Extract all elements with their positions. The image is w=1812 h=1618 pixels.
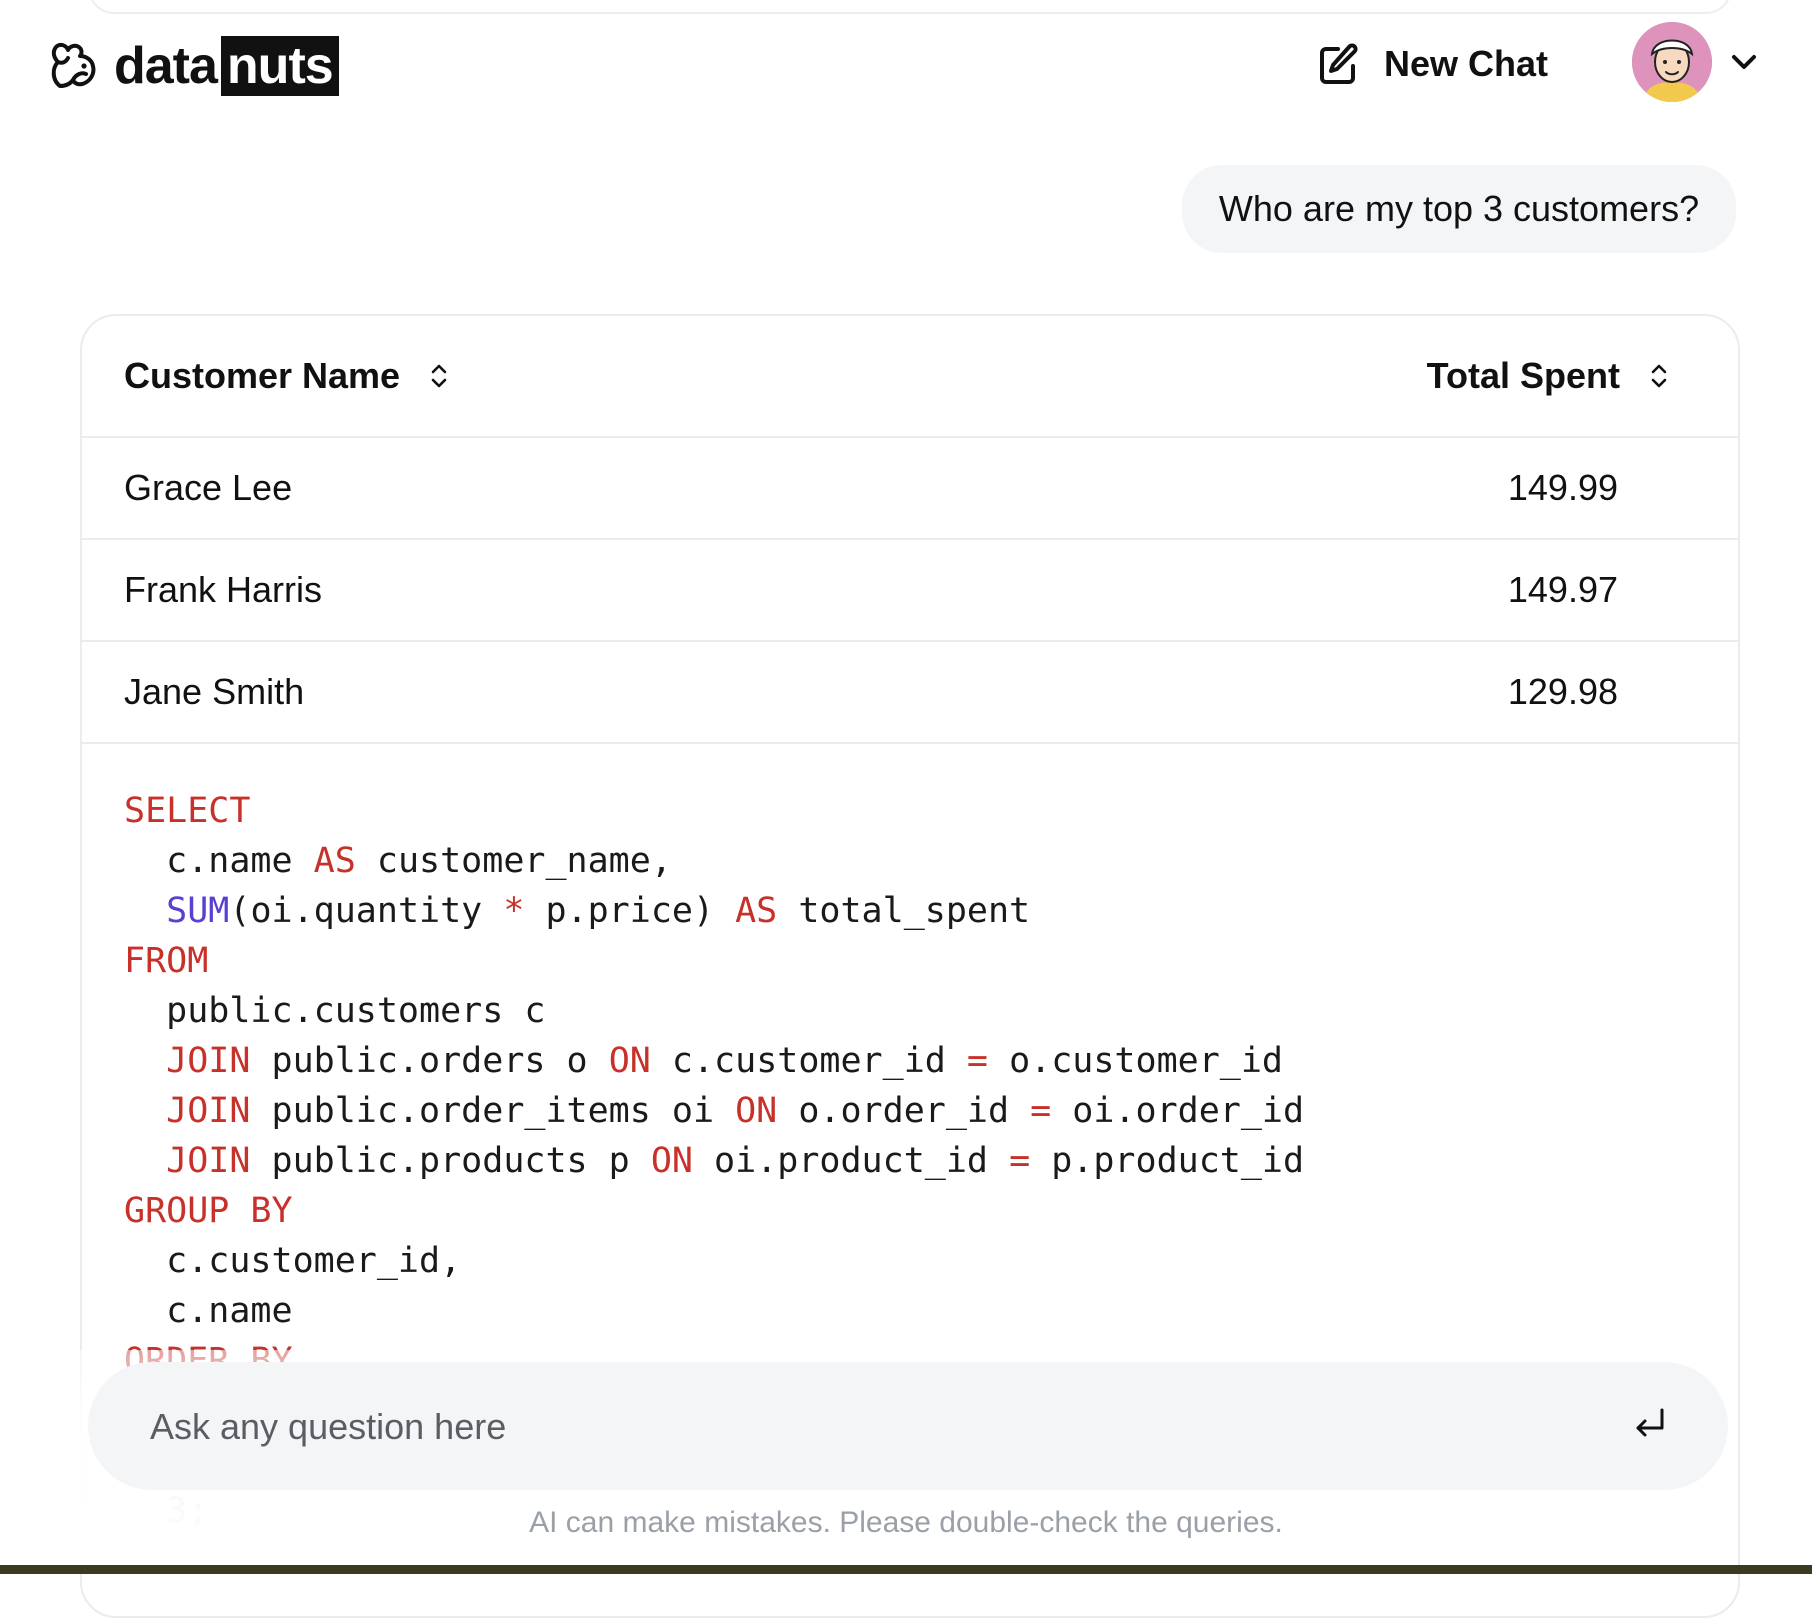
sql-line: c.customer_id, (124, 1236, 1304, 1286)
user-message-bubble: Who are my top 3 customers? (1182, 165, 1736, 253)
sql-line: JOIN public.orders o ON c.customer_id = … (124, 1036, 1304, 1086)
sql-line: public.customers c (124, 986, 1304, 1036)
sql-text: p.product_id (1030, 1141, 1305, 1181)
sort-updown-icon (431, 364, 447, 388)
sql-keyword: JOIN (166, 1041, 251, 1081)
sql-text: c.customer_id, (124, 1241, 462, 1281)
sql-text: public.orders o (250, 1041, 609, 1081)
sql-keyword: JOIN (166, 1091, 251, 1131)
column-header-label: Customer Name (124, 355, 401, 396)
user-message-text: Who are my top 3 customers? (1218, 188, 1700, 229)
sql-keyword: AS (735, 891, 778, 931)
sql-text: p.price) (524, 891, 736, 931)
sql-line: SUM(oi.quantity * p.price) AS total_spen… (124, 886, 1304, 936)
sql-text: (oi.quantity (229, 891, 504, 931)
column-header-total-spent[interactable]: Total Spent (1427, 316, 1672, 436)
chevron-down-icon[interactable] (1726, 44, 1762, 80)
cell-customer-name: Grace Lee (124, 467, 293, 508)
disclaimer-text: AI can make mistakes. Please double-chec… (529, 1506, 1283, 1539)
table-header: Customer Name Total Spent (82, 316, 1738, 438)
table-row: Jane Smith 129.98 (82, 642, 1738, 744)
sql-text: o.order_id (777, 1091, 1031, 1131)
question-composer[interactable] (88, 1362, 1728, 1492)
sql-text: public.order_items oi (250, 1091, 736, 1131)
sql-line: FROM (124, 936, 1304, 986)
sql-keyword: ON (735, 1091, 778, 1131)
sql-text: public.customers c (124, 991, 546, 1031)
sql-keyword: JOIN (166, 1141, 251, 1181)
sql-line: GROUP BY (124, 1186, 1304, 1236)
previous-card-edge (88, 0, 1732, 14)
enter-return-icon[interactable] (1628, 1402, 1672, 1446)
window-bottom-edge (0, 1565, 1812, 1574)
sort-updown-icon (1651, 364, 1667, 388)
sql-keyword: = (1030, 1091, 1052, 1131)
sql-text: c.name (124, 841, 314, 881)
squirrel-icon (51, 42, 96, 88)
sql-keyword: FROM (124, 941, 209, 981)
sql-text: o.customer_id (988, 1041, 1284, 1081)
sql-keyword: SELECT (124, 791, 251, 831)
edit-square-icon (1320, 43, 1358, 84)
sql-text: c.customer_id (650, 1041, 967, 1081)
sql-line: JOIN public.order_items oi ON o.order_id… (124, 1086, 1304, 1136)
sql-keyword: AS (313, 841, 356, 881)
brand-name-part1: data (114, 37, 218, 95)
new-chat-button[interactable]: New Chat (1314, 40, 1548, 88)
cell-total-spent: 149.99 (1507, 467, 1618, 508)
user-avatar-illustration (1632, 22, 1712, 102)
sql-keyword: * (503, 891, 525, 931)
sql-text: oi.product_id (692, 1141, 1010, 1181)
sql-text: public.products p (250, 1141, 651, 1181)
sql-text: c.name (124, 1291, 293, 1331)
result-table: Customer Name Total Spent Grace Lee 149.… (82, 316, 1738, 744)
brand-logo[interactable]: data nuts (46, 36, 339, 96)
column-header-customer-name[interactable]: Customer Name (124, 316, 452, 436)
sql-keyword: = (1009, 1141, 1031, 1181)
brand-name-part2: nuts (220, 36, 339, 96)
sql-line: JOIN public.products p ON oi.product_id … (124, 1136, 1304, 1186)
sql-keyword: ON (650, 1141, 693, 1181)
sql-line: c.name AS customer_name, (124, 836, 1304, 886)
sql-line: c.name (124, 1286, 1304, 1336)
cell-customer-name: Jane Smith (124, 671, 305, 712)
sql-keyword: = (966, 1041, 988, 1081)
sql-text: oi.order_id (1051, 1091, 1305, 1131)
sql-line: SELECT (124, 786, 1304, 836)
sql-keyword: ON (608, 1041, 651, 1081)
question-input[interactable] (148, 1362, 1552, 1492)
sql-keyword: GROUP BY (124, 1191, 293, 1231)
table-row: Grace Lee 149.99 (82, 438, 1738, 540)
sql-text: customer_name, (355, 841, 672, 881)
cell-total-spent: 149.97 (1507, 569, 1618, 610)
new-chat-label: New Chat (1384, 43, 1549, 84)
table-row: Frank Harris 149.97 (82, 540, 1738, 642)
avatar[interactable] (1632, 22, 1712, 102)
sql-text: total_spent (777, 891, 1031, 931)
cell-customer-name: Frank Harris (124, 569, 323, 610)
sql-function: SUM (166, 891, 230, 931)
cell-total-spent: 129.98 (1507, 671, 1618, 712)
column-header-label: Total Spent (1426, 355, 1620, 396)
